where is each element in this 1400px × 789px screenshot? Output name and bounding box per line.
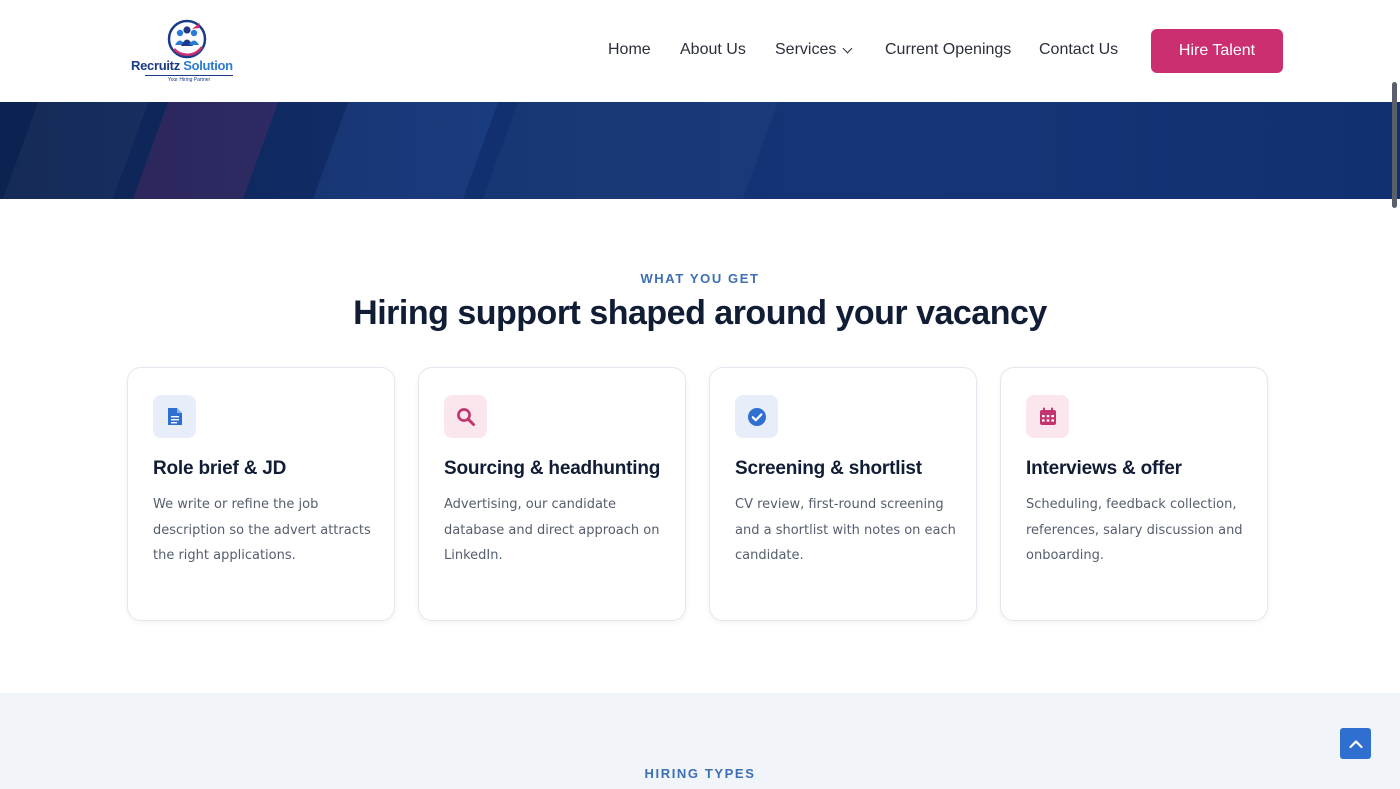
hiring-types-section: HIRING TYPES bbox=[0, 693, 1400, 789]
hire-talent-button[interactable]: Hire Talent bbox=[1151, 29, 1283, 73]
nav-services-label: Services bbox=[775, 41, 837, 58]
section-eyebrow: WHAT YOU GET bbox=[640, 271, 760, 286]
document-icon bbox=[153, 395, 196, 438]
chevron-up-icon bbox=[1348, 739, 1363, 748]
hero-stripe-decoration bbox=[124, 102, 286, 199]
card-description: We write or refine the job description s… bbox=[153, 497, 371, 563]
card-description: Advertising, our candidate database and … bbox=[444, 497, 660, 563]
hero-stripe-decoration bbox=[0, 102, 156, 199]
card-title: Sourcing & headhunting bbox=[444, 458, 661, 479]
service-card: Role brief & JD We write or refine the j… bbox=[127, 367, 395, 621]
card-description: CV review, first-round screening and a s… bbox=[735, 497, 956, 563]
team-logo-icon bbox=[167, 19, 207, 59]
chevron-down-icon bbox=[842, 43, 853, 54]
brand-name-part2: Solution bbox=[179, 58, 233, 73]
service-card: Screening & shortlist CV review, first-r… bbox=[709, 367, 977, 621]
hero-banner bbox=[0, 102, 1400, 199]
brand-name-part1: Recruitz bbox=[131, 58, 180, 73]
service-card: Interviews & offer Scheduling, feedback … bbox=[1000, 367, 1268, 621]
nav-services[interactable]: Services bbox=[775, 41, 853, 59]
section-title: Hiring support shaped around your vacanc… bbox=[353, 294, 1047, 332]
nav-current-openings[interactable]: Current Openings bbox=[885, 41, 1011, 59]
nav-contact-us[interactable]: Contact Us bbox=[1039, 41, 1118, 59]
nav-home[interactable]: Home bbox=[608, 41, 651, 59]
check-circle-icon bbox=[735, 395, 778, 438]
brand-name: Recruitz Solution bbox=[131, 58, 245, 73]
hero-stripe-decoration bbox=[475, 102, 786, 199]
brand-tagline: Your Hiring Partner bbox=[145, 75, 233, 83]
hiring-types-eyebrow: HIRING TYPES bbox=[644, 766, 756, 781]
card-title: Screening & shortlist bbox=[735, 458, 922, 479]
hero-stripe-decoration bbox=[304, 102, 506, 199]
service-card: Sourcing & headhunting Advertising, our … bbox=[418, 367, 686, 621]
brand-logo[interactable]: Recruitz Solution Your Hiring Partner bbox=[131, 17, 245, 83]
scrollbar-thumb[interactable] bbox=[1392, 82, 1397, 208]
nav-about-us[interactable]: About Us bbox=[680, 41, 746, 59]
search-icon bbox=[444, 395, 487, 438]
site-header: Recruitz Solution Your Hiring Partner Ho… bbox=[0, 0, 1400, 102]
card-title: Interviews & offer bbox=[1026, 458, 1182, 479]
calendar-icon bbox=[1026, 395, 1069, 438]
card-description: Scheduling, feedback collection, referen… bbox=[1026, 497, 1243, 563]
card-title: Role brief & JD bbox=[153, 458, 287, 479]
scroll-to-top-button[interactable] bbox=[1340, 728, 1371, 759]
